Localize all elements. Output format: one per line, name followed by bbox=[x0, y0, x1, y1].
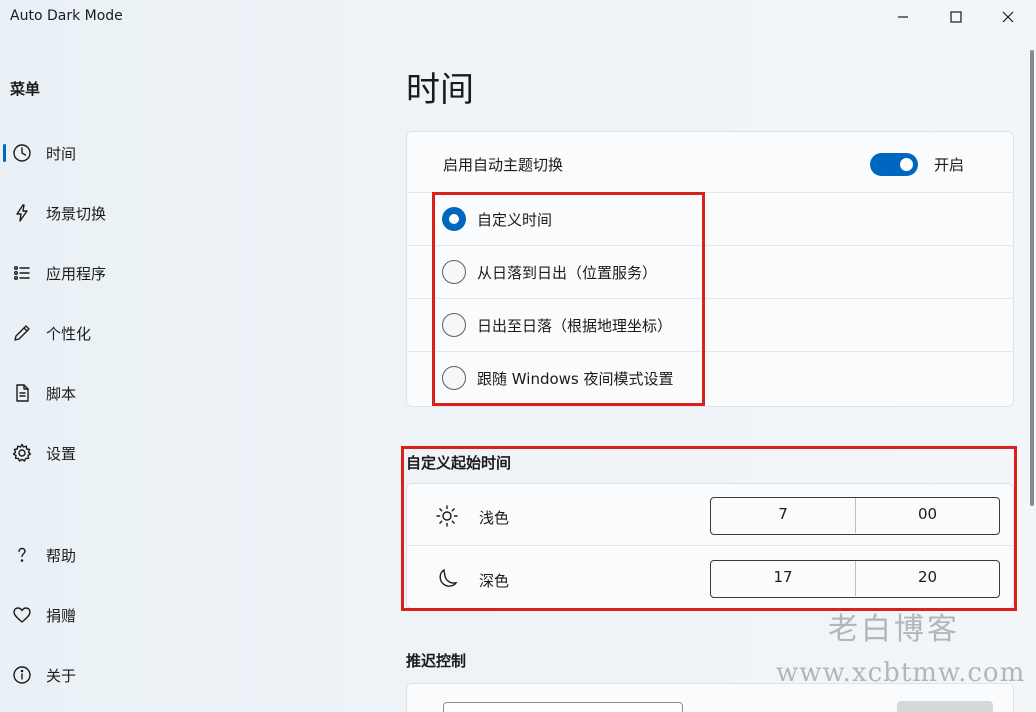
lightning-icon bbox=[12, 203, 32, 223]
postpone-select[interactable] bbox=[443, 702, 683, 712]
toggle-knob bbox=[900, 158, 913, 171]
auto-switch-state: 开启 bbox=[934, 156, 965, 174]
sidebar-item-time[interactable]: 时间 bbox=[0, 131, 300, 175]
sidebar-item-label: 设置 bbox=[46, 445, 77, 463]
highlight-box-custom-time bbox=[401, 446, 1017, 611]
title-bar: Auto Dark Mode bbox=[0, 0, 1036, 34]
sidebar-item-apps[interactable]: 应用程序 bbox=[0, 251, 300, 295]
watermark-text: 老白博客 bbox=[828, 612, 960, 647]
sidebar-item-settings[interactable]: 设置 bbox=[0, 431, 300, 475]
postpone-button[interactable] bbox=[897, 701, 993, 712]
info-icon bbox=[12, 665, 32, 685]
sidebar-item-about[interactable]: 关于 bbox=[0, 653, 300, 697]
app-title: Auto Dark Mode bbox=[10, 8, 123, 24]
sidebar-item-label: 应用程序 bbox=[46, 265, 107, 283]
maximize-button[interactable] bbox=[933, 0, 979, 34]
gear-icon bbox=[12, 443, 32, 463]
sidebar-item-label: 关于 bbox=[46, 667, 77, 685]
scrollbar[interactable] bbox=[1030, 50, 1034, 506]
watermark-url: www.xcbtmw.com bbox=[776, 658, 1026, 688]
sidebar-item-label: 帮助 bbox=[46, 547, 77, 565]
clock-icon bbox=[12, 143, 32, 163]
sidebar-item-label: 捐赠 bbox=[46, 607, 77, 625]
sidebar-item-scripts[interactable]: 脚本 bbox=[0, 371, 300, 415]
menu-heading: 菜单 bbox=[10, 80, 41, 98]
close-button[interactable] bbox=[985, 0, 1031, 34]
pen-icon bbox=[12, 323, 32, 343]
page-title: 时间 bbox=[406, 70, 474, 110]
minimize-icon bbox=[898, 16, 908, 18]
sidebar-item-label: 脚本 bbox=[46, 385, 77, 403]
document-icon bbox=[12, 383, 32, 403]
sidebar-item-label: 场景切换 bbox=[46, 205, 107, 223]
auto-switch-label: 启用自动主题切换 bbox=[443, 156, 564, 174]
highlight-box-modes bbox=[432, 192, 705, 406]
heart-icon bbox=[12, 605, 32, 625]
sidebar-item-donate[interactable]: 捐赠 bbox=[0, 593, 300, 637]
auto-switch-row: 启用自动主题切换 开启 bbox=[407, 132, 1013, 193]
sidebar-item-personalize[interactable]: 个性化 bbox=[0, 311, 300, 355]
maximize-icon bbox=[950, 11, 962, 23]
question-icon bbox=[12, 545, 32, 565]
auto-switch-toggle[interactable] bbox=[870, 153, 918, 176]
sidebar-item-label: 个性化 bbox=[46, 325, 92, 343]
sidebar-item-scene-switch[interactable]: 场景切换 bbox=[0, 191, 300, 235]
close-icon bbox=[1002, 11, 1014, 23]
postpone-title: 推迟控制 bbox=[406, 652, 467, 670]
sidebar-item-help[interactable]: 帮助 bbox=[0, 533, 300, 577]
minimize-button[interactable] bbox=[880, 0, 926, 34]
list-icon bbox=[12, 263, 32, 283]
sidebar-item-label: 时间 bbox=[46, 145, 77, 163]
